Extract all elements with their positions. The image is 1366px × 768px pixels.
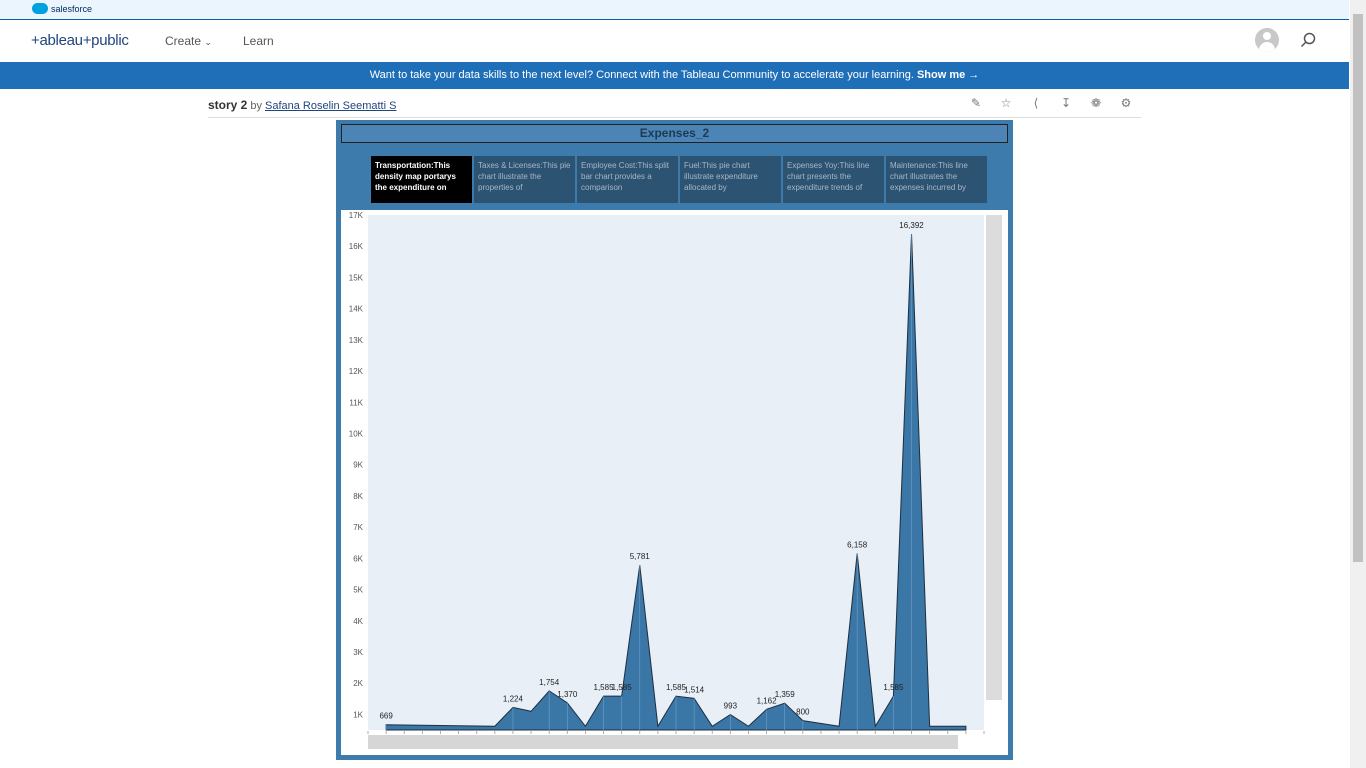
data-label: 1,585 <box>883 683 904 692</box>
scrollbar-thumb[interactable] <box>1353 14 1363 562</box>
y-tick-label: 2K <box>353 679 363 688</box>
area-chart[interactable]: 1K 2K 3K 4K 5K 6K 7K 8K 9K 10K 11K 12K 13K 14K 15K 16K 1… <box>341 210 1008 755</box>
y-tick-label: 6K <box>353 554 363 563</box>
chevron-down-icon: ⌄ <box>204 37 212 47</box>
share-icon[interactable]: ⟨ <box>1029 96 1043 110</box>
nav-create[interactable]: Create ⌄ <box>165 34 212 48</box>
story-point-5[interactable]: Expenses Yoy:This line chart presents th… <box>783 156 884 203</box>
y-tick-label: 10K <box>349 429 364 438</box>
star-icon[interactable]: ☆ <box>999 96 1013 110</box>
y-tick-label: 5K <box>353 586 363 595</box>
story-point-3[interactable]: Employee Cost:This split bar chart provi… <box>577 156 678 203</box>
y-tick-label: 13K <box>349 336 364 345</box>
top-navbar: +ableau+public Create ⌄ Learn <box>0 20 1349 61</box>
story-viz: Expenses_2 Transportation:This density m… <box>336 120 1013 760</box>
data-label: 1,754 <box>539 678 560 687</box>
y-tick-label: 11K <box>349 398 363 407</box>
data-label: 5,781 <box>630 552 651 561</box>
download-icon[interactable]: ↧ <box>1059 96 1073 110</box>
story-point-6[interactable]: Maintenance:This line chart illustrates … <box>886 156 987 203</box>
y-tick-label: 16K <box>349 242 364 251</box>
y-tick-label: 9K <box>353 461 363 470</box>
data-label: 16,392 <box>899 221 924 230</box>
y-tick-label: 14K <box>349 305 364 314</box>
y-tick-label: 3K <box>353 648 363 657</box>
data-label: 1,224 <box>503 694 524 703</box>
data-label: 1,585 <box>612 683 633 692</box>
plot-area <box>368 215 984 730</box>
story-point-2[interactable]: Taxes & Licenses:This pie chart illustra… <box>474 156 575 203</box>
y-tick-label: 17K <box>349 211 364 220</box>
badge-icon[interactable]: ❁ <box>1089 96 1103 110</box>
data-label: 1,359 <box>775 690 796 699</box>
story-point-4[interactable]: Fuel:This pie chart illustrate expenditu… <box>680 156 781 203</box>
data-label: 6,158 <box>847 540 868 549</box>
data-label: 1,370 <box>557 690 578 699</box>
data-label: 993 <box>724 702 738 711</box>
avatar[interactable] <box>1255 28 1279 52</box>
tableau-public-logo[interactable]: +ableau+public <box>31 32 129 49</box>
y-tick-label: 1K <box>353 710 363 719</box>
by-label: by <box>250 100 262 112</box>
h-scrollbar <box>368 735 958 749</box>
story-title: Expenses_2 <box>341 124 1008 143</box>
y-tick-label: 4K <box>353 617 363 626</box>
nav-create-label: Create <box>165 34 202 48</box>
author-link[interactable]: Safana Roselin Seematti S <box>265 100 396 112</box>
community-banner: Want to take your data skills to the nex… <box>0 62 1349 89</box>
y-tick-label: 7K <box>353 523 363 532</box>
salesforce-cloud-icon <box>32 3 48 14</box>
gear-icon[interactable]: ⚙ <box>1119 96 1133 110</box>
story-point-1[interactable]: Transportation:This density map portarys… <box>371 156 472 203</box>
y-tick-label: 15K <box>349 273 364 282</box>
salesforce-bar: salesforce <box>0 0 1349 20</box>
search-icon[interactable] <box>1300 32 1316 48</box>
nav-learn[interactable]: Learn <box>243 34 274 48</box>
data-label: 669 <box>379 712 393 721</box>
salesforce-logo[interactable]: salesforce <box>32 3 92 14</box>
viz-title: story 2 <box>208 98 248 112</box>
salesforce-label: salesforce <box>51 3 93 14</box>
data-label: 800 <box>796 708 810 717</box>
viz-actions: ✎ ☆ ⟨ ↧ ❁ ⚙ <box>969 96 1133 110</box>
viz-titlebar: story 2 by Safana Roselin Seematti S ✎ ☆ ⟨… <box>208 96 1141 118</box>
page-scrollbar[interactable] <box>1350 0 1366 768</box>
story-points: Transportation:This density map portarys… <box>371 156 987 203</box>
banner-text: Want to take your data skills to the nex… <box>369 69 917 81</box>
v-scrollbar <box>986 215 1002 700</box>
chart-sheet: 1K 2K 3K 4K 5K 6K 7K 8K 9K 10K 11K 12K 13K 14K 15K 16K 1… <box>341 210 1008 755</box>
y-tick-label: 12K <box>349 367 364 376</box>
y-tick-label: 8K <box>353 492 363 501</box>
edit-icon[interactable]: ✎ <box>969 96 983 110</box>
data-label: 1,514 <box>684 685 705 694</box>
show-me-link[interactable]: Show me → <box>917 69 979 81</box>
